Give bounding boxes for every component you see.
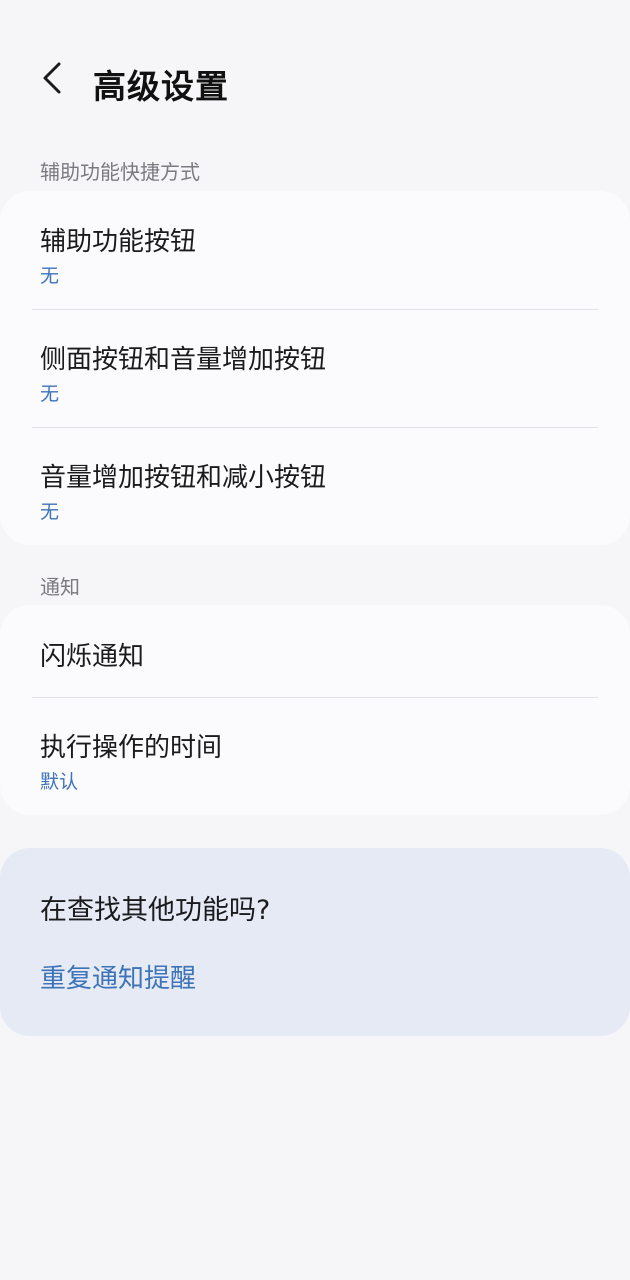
volume-up-down-item[interactable]: 音量增加按钮和减小按钮 无 xyxy=(0,427,630,545)
section-label-notification: 通知 xyxy=(40,575,80,599)
advanced-settings-page: 高级设置 辅助功能快捷方式 辅助功能按钮 无 侧面按钮和音量增加按钮 无 音量增… xyxy=(0,0,630,1280)
item-value: 无 xyxy=(40,383,60,405)
item-value: 默认 xyxy=(40,771,79,793)
item-value: 无 xyxy=(40,265,60,287)
action-time-item[interactable]: 执行操作的时间 默认 xyxy=(0,697,630,815)
section-label-shortcuts: 辅助功能快捷方式 xyxy=(40,160,200,184)
suggestion-title: 在查找其他功能吗? xyxy=(40,895,271,926)
item-title: 音量增加按钮和减小按钮 xyxy=(40,463,327,493)
item-title: 执行操作的时间 xyxy=(40,733,223,763)
shortcuts-card: 辅助功能按钮 无 侧面按钮和音量增加按钮 无 音量增加按钮和减小按钮 无 xyxy=(0,191,630,545)
item-title: 侧面按钮和音量增加按钮 xyxy=(40,345,327,375)
side-and-volume-up-item[interactable]: 侧面按钮和音量增加按钮 无 xyxy=(0,309,630,427)
chevron-left-icon xyxy=(40,61,64,99)
header: 高级设置 xyxy=(0,52,630,108)
repeat-notification-reminder-link[interactable]: 重复通知提醒 xyxy=(40,958,196,995)
item-title: 闪烁通知 xyxy=(40,642,145,672)
page-title: 高级设置 xyxy=(93,67,229,106)
notification-card: 闪烁通知 执行操作的时间 默认 xyxy=(0,605,630,815)
suggestion-card: 在查找其他功能吗? 重复通知提醒 xyxy=(0,848,630,1036)
back-button[interactable] xyxy=(30,58,74,102)
item-title: 辅助功能按钮 xyxy=(40,227,197,257)
item-value: 无 xyxy=(40,501,60,523)
accessibility-button-item[interactable]: 辅助功能按钮 无 xyxy=(0,191,630,309)
flash-notification-item[interactable]: 闪烁通知 xyxy=(0,605,630,697)
